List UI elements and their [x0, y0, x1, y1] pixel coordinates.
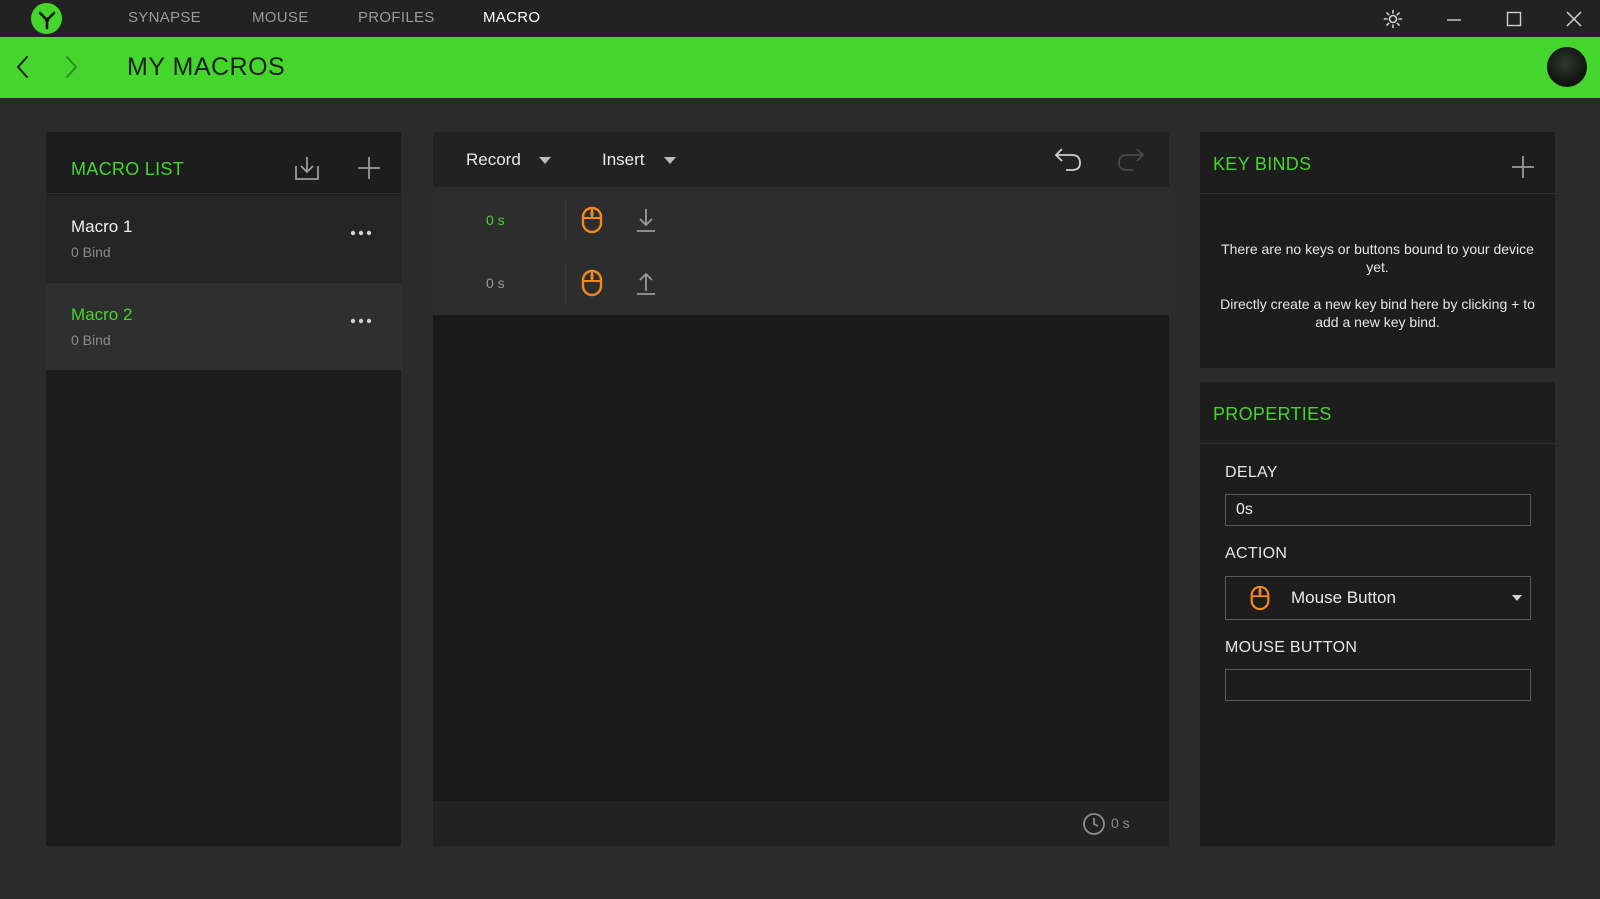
record-chevron-down-icon[interactable]	[539, 157, 551, 164]
razer-logo-icon[interactable]	[31, 3, 62, 34]
import-icon[interactable]	[293, 154, 321, 182]
create-key-bind-hint: Directly create a new key bind here by c…	[1220, 296, 1535, 330]
properties-panel: PROPERTIES DELAY 0s ACTION Mouse Button …	[1200, 382, 1555, 846]
close-icon[interactable]	[1554, 0, 1594, 37]
page-header: MY MACROS	[0, 37, 1600, 98]
row-divider	[565, 199, 566, 241]
nav-tab-profiles[interactable]: PROFILES	[358, 0, 435, 37]
record-dropdown[interactable]: Record	[466, 132, 521, 187]
nav-tab-synapse[interactable]: SYNAPSE	[128, 0, 201, 37]
mouse-icon	[579, 269, 605, 297]
mouse-button-label: MOUSE BUTTON	[1225, 639, 1358, 656]
title-bar: SYNAPSE MOUSE PROFILES MACRO	[0, 0, 1600, 37]
forward-arrow-icon[interactable]	[58, 54, 84, 80]
macro-editor-canvas[interactable]	[433, 315, 1169, 801]
action-label: ACTION	[1225, 545, 1288, 562]
total-duration: 0 s	[1111, 815, 1130, 831]
key-binds-header: KEY BINDS	[1200, 132, 1555, 194]
macro-name: Macro 1	[71, 217, 133, 236]
delay-label: DELAY	[1225, 464, 1278, 481]
nav-tab-macro[interactable]: MACRO	[483, 0, 540, 37]
properties-title: PROPERTIES	[1213, 404, 1332, 424]
insert-chevron-down-icon[interactable]	[664, 157, 676, 164]
button-up-icon	[633, 269, 659, 297]
macro-bind-count: 0 Bind	[71, 332, 111, 348]
macro-step-row[interactable]: 0 s	[433, 252, 1169, 314]
mouse-icon	[579, 206, 605, 234]
macro-list-header: MACRO LIST	[46, 132, 401, 194]
macro-editor-toolbar: Record Insert	[433, 132, 1169, 187]
macro-editor-footer: 0 s	[433, 801, 1169, 846]
maximize-icon[interactable]	[1494, 0, 1534, 37]
step-delay-time: 0 s	[486, 275, 505, 291]
back-arrow-icon[interactable]	[10, 54, 36, 80]
add-macro-icon[interactable]	[356, 155, 382, 181]
chevron-down-icon	[1512, 595, 1522, 601]
add-key-bind-icon[interactable]	[1510, 154, 1536, 180]
nav-tab-mouse[interactable]: MOUSE	[252, 0, 309, 37]
macro-name: Macro 2	[71, 305, 133, 324]
undo-icon[interactable]	[1052, 143, 1084, 175]
macro-list-item[interactable]: Macro 1 0 Bind	[46, 195, 401, 282]
avatar[interactable]	[1547, 47, 1587, 87]
action-select-value: Mouse Button	[1291, 588, 1396, 607]
more-options-icon[interactable]	[346, 311, 376, 331]
no-key-binds-message: There are no keys or buttons bound to yo…	[1221, 241, 1534, 275]
redo-icon[interactable]	[1115, 143, 1147, 175]
more-options-icon[interactable]	[346, 223, 376, 243]
clock-icon	[1082, 812, 1106, 836]
minimize-icon[interactable]	[1434, 0, 1474, 37]
macro-list-item-selected[interactable]: Macro 2 0 Bind	[46, 283, 401, 370]
settings-gear-icon[interactable]	[1373, 0, 1413, 37]
mouse-icon	[1248, 585, 1272, 611]
action-select[interactable]: Mouse Button	[1225, 576, 1531, 620]
page-title: MY MACROS	[127, 53, 286, 81]
macro-bind-count: 0 Bind	[71, 244, 111, 260]
mouse-button-input[interactable]	[1225, 669, 1531, 701]
key-binds-panel: KEY BINDS There are no keys or buttons b…	[1200, 132, 1555, 368]
button-down-icon	[633, 206, 659, 234]
delay-input[interactable]: 0s	[1225, 494, 1531, 526]
insert-dropdown[interactable]: Insert	[602, 132, 645, 187]
macro-step-row[interactable]: 0 s	[433, 189, 1169, 251]
key-binds-title: KEY BINDS	[1213, 154, 1312, 174]
row-divider	[565, 262, 566, 304]
macro-list-panel: MACRO LIST Macro 1 0 Bind Macro 2 0 Bind	[46, 132, 401, 846]
step-delay-time: 0 s	[486, 212, 505, 228]
properties-header: PROPERTIES	[1200, 382, 1555, 444]
